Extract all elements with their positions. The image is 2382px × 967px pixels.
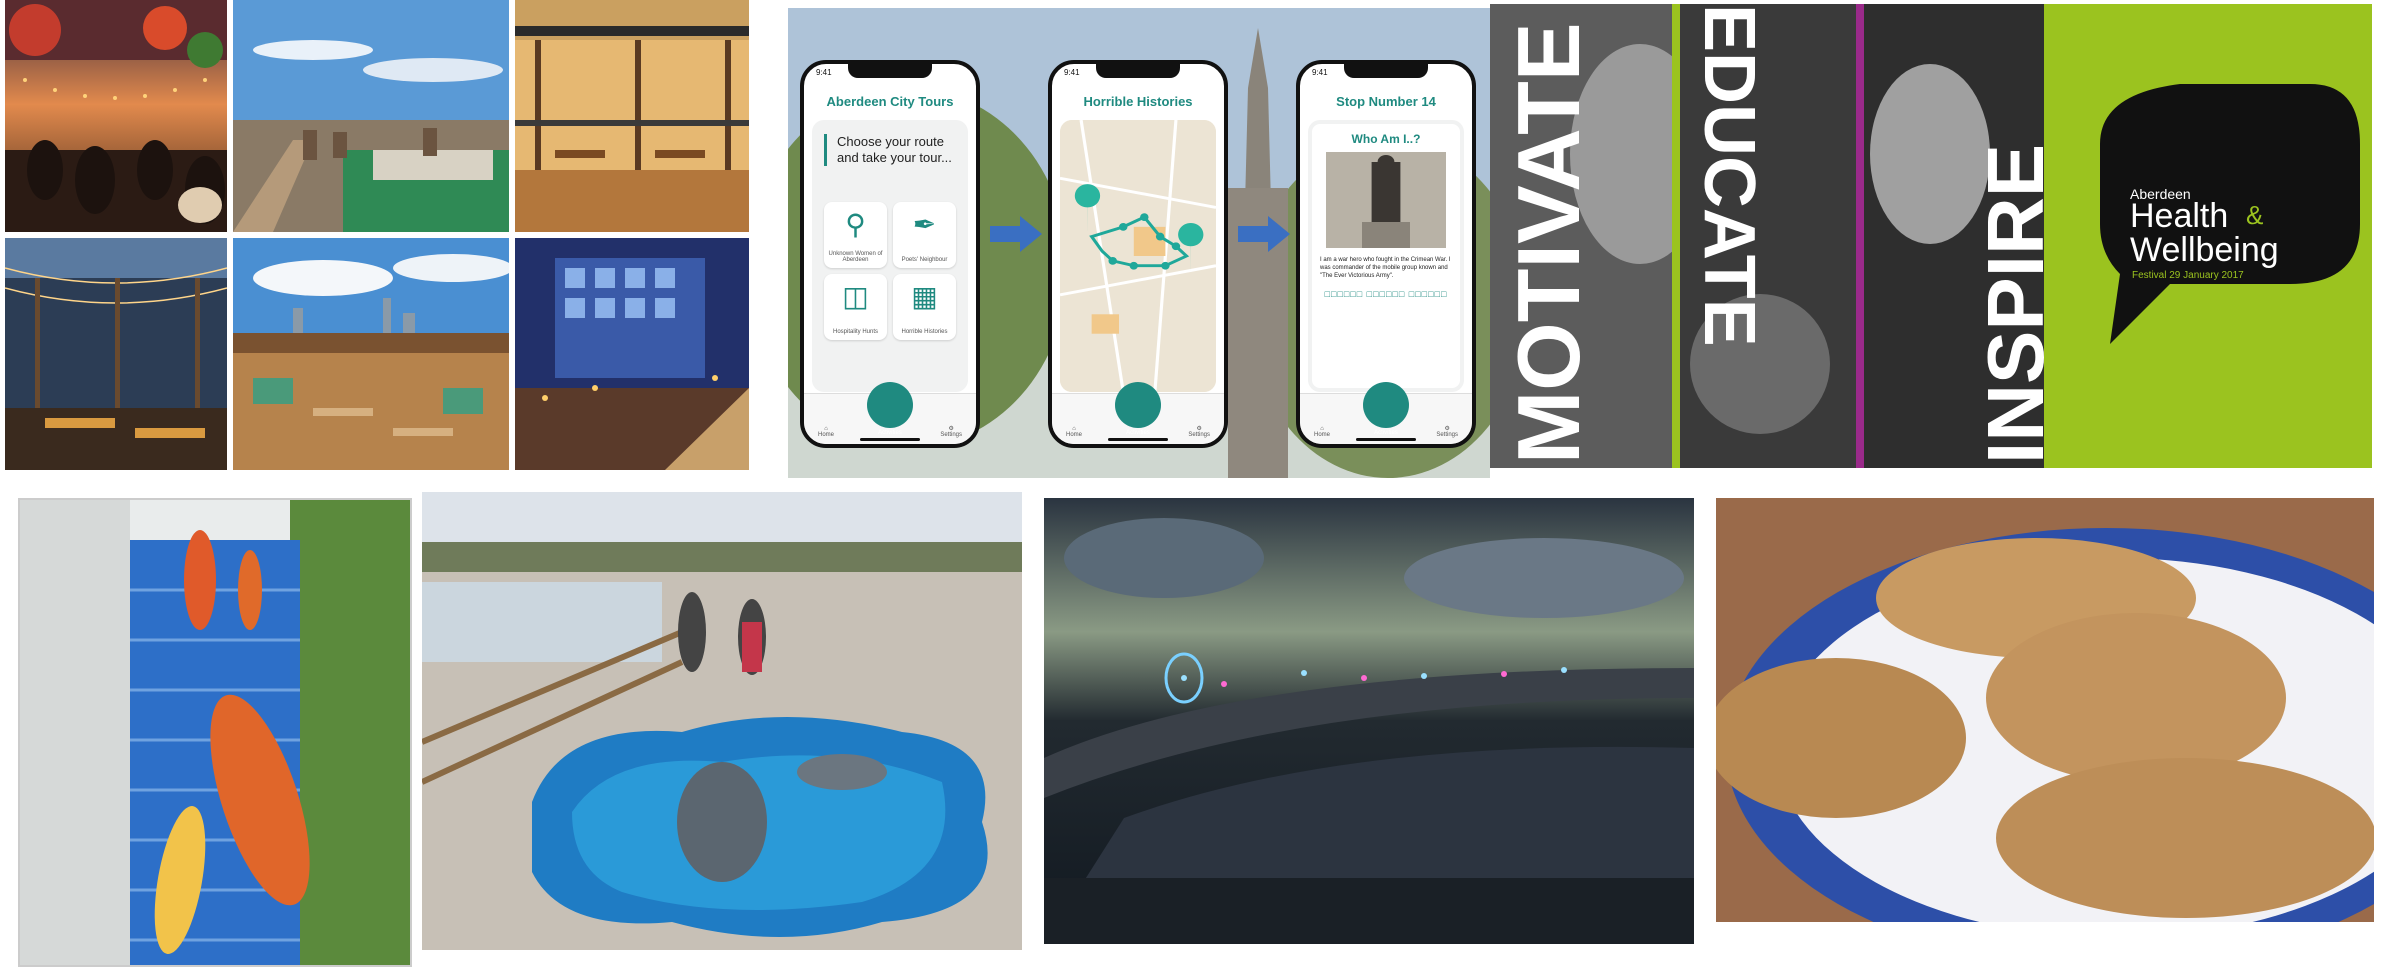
- photo-wooden-terrace-bar: [515, 0, 749, 232]
- activities-button[interactable]: [1363, 382, 1409, 428]
- route-card-hospitality[interactable]: ◫ Hospitality Hunts: [824, 274, 887, 340]
- route-map[interactable]: [1060, 120, 1216, 392]
- phone-screen-horrible-histories: 9:41 Horrible Histories ⌂ Home ⚙ Settings …: [1048, 60, 1228, 448]
- nav-settings-label: Settings: [1436, 432, 1458, 438]
- photo-butteries-plate: [1716, 498, 2374, 922]
- quill-icon: ✒: [912, 209, 937, 240]
- festival-name-wellbeing: Wellbeing: [2130, 231, 2279, 269]
- word-educate: EDUCATE: [1689, 4, 1769, 347]
- screen-title: Stop Number 14: [1336, 94, 1436, 109]
- festival-date: Festival 29 January 2017: [2132, 270, 2244, 281]
- map-icon: [1060, 120, 1216, 392]
- statue-photo: [1326, 152, 1446, 248]
- status-time: 9:41: [816, 68, 832, 77]
- home-indicator: [1356, 438, 1416, 441]
- nav-settings-label: Settings: [1188, 432, 1210, 438]
- nav-settings[interactable]: ⚙ Settings: [1436, 425, 1458, 438]
- route-prompt: Choose your route and take your tour...: [824, 134, 958, 166]
- nav-activities-label: Activities: [1374, 430, 1398, 436]
- phone-notch: [1096, 64, 1180, 78]
- route-card-unknown-women[interactable]: ⚲ Unknown Women of Aberdeen: [824, 202, 887, 268]
- route-card-label: Hospitality Hunts: [832, 329, 879, 335]
- nav-activities-label: Activities: [878, 430, 902, 436]
- screen-title: Horrible Histories: [1083, 94, 1193, 109]
- route-card-label: Poets' Neighbour: [901, 257, 948, 263]
- quiz-card: Who Am I..? I am a war hero who fought i…: [1312, 124, 1460, 388]
- route-card-poets[interactable]: ✒ Poets' Neighbour: [893, 202, 956, 268]
- app-mockup-panel: 9:41 Aberdeen City Tours Choose your rou…: [788, 8, 1490, 478]
- photo-rooftop-deck-skyline: [233, 238, 509, 470]
- festival-name-health: Health: [2130, 197, 2229, 235]
- nav-home-label: Home: [1314, 432, 1331, 438]
- photo-koi-stairs-mural: [18, 498, 412, 967]
- nav-home[interactable]: ⌂ Home: [1066, 426, 1082, 438]
- home-indicator: [860, 438, 920, 441]
- word-inspire: INSPIRE: [1971, 143, 2060, 464]
- photo-rooftop-terrace-sky: [233, 0, 509, 232]
- status-time: 9:41: [1064, 68, 1080, 77]
- photo-rooftop-terrace-blue-hour: [515, 238, 749, 470]
- nav-home-label: Home: [818, 432, 835, 438]
- route-card-horrible-histories[interactable]: ▦ Horrible Histories: [893, 274, 956, 340]
- word-motivate: MOTIVATE: [1499, 22, 1598, 464]
- bag-icon: ◫: [842, 281, 869, 312]
- screen-body: Choose your route and take your tour... …: [812, 120, 968, 392]
- screen-title: Aberdeen City Tours: [826, 94, 954, 109]
- nav-activities-label: Activities: [1126, 430, 1150, 436]
- activities-button[interactable]: [867, 382, 913, 428]
- calendar-icon: ▦: [911, 281, 938, 312]
- magnifier-icon: ⚲: [845, 209, 866, 240]
- home-indicator: [1108, 438, 1168, 441]
- photo-pergola-dining-night: [5, 238, 227, 470]
- route-card-label: Unknown Women of Aberdeen: [828, 251, 883, 263]
- answer-boxes[interactable]: □□□□□□ □□□□□□ □□□□□□: [1322, 288, 1450, 300]
- nav-home-label: Home: [1066, 432, 1083, 438]
- photo-dolphin-street-art: [422, 492, 1022, 950]
- photo-beach-night-concept: [1044, 498, 1694, 944]
- festival-ampersand: &: [2246, 200, 2264, 230]
- arrow-right-icon: [1238, 216, 1290, 252]
- quiz-clue: I am a war hero who fought in the Crimea…: [1320, 257, 1451, 279]
- phone-notch: [848, 64, 932, 78]
- nav-home[interactable]: ⌂ Home: [818, 426, 834, 438]
- photo-rooftop-bar-lights: [5, 0, 227, 232]
- nav-settings[interactable]: ⚙ Settings: [1188, 425, 1210, 438]
- nav-settings[interactable]: ⚙ Settings: [940, 425, 962, 438]
- nav-home[interactable]: ⌂ Home: [1314, 426, 1330, 438]
- phone-notch: [1344, 64, 1428, 78]
- quiz-title: Who Am I..?: [1351, 132, 1421, 146]
- nav-settings-label: Settings: [940, 432, 962, 438]
- festival-poster: MOTIVATE EDUCATE INSPIRE Aberdeen Health…: [1490, 4, 2372, 468]
- route-grid: ⚲ Unknown Women of Aberdeen ✒ Poets' Neigh…: [824, 202, 956, 340]
- status-time: 9:41: [1312, 68, 1328, 77]
- screen-body: Who Am I..? I am a war hero who fought i…: [1308, 120, 1464, 392]
- arrow-right-icon: [990, 216, 1042, 252]
- route-card-label: Horrible Histories: [901, 329, 948, 335]
- activities-button[interactable]: [1115, 382, 1161, 428]
- phone-screen-stop-14: 9:41 Stop Number 14 Who Am I..? I am a w…: [1296, 60, 1476, 448]
- phone-screen-city-tours: 9:41 Aberdeen City Tours Choose your rou…: [800, 60, 980, 448]
